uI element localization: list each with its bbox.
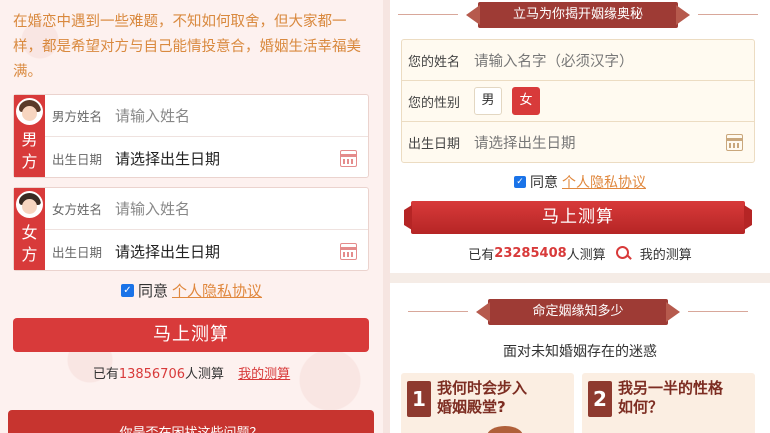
male-name-row[interactable]: 男方姓名 请输入姓名 [45,95,368,137]
question-line: 我何时会步入 [437,379,528,397]
right-name-row[interactable]: 您的姓名 请输入名字（必须汉字） [402,40,754,81]
male-name-input[interactable]: 请输入姓名 [115,105,368,126]
right-gender-row: 您的性别 男 女 [402,81,754,122]
top-ribbon-title: 立马为你揭开姻缘奥秘 [512,7,643,22]
privacy-link[interactable]: 个人隐私协议 [562,172,646,192]
right-agree-row: ✓ 同意 个人隐私协议 [390,172,770,192]
mid-ribbon-title: 命定姻缘知多少 [532,304,624,319]
question-number: 2 [588,381,612,417]
question-card-1[interactable]: 1 我何时会步入 婚姻殿堂? [401,373,574,433]
male-avatar [16,98,43,125]
question-text: 我何时会步入 婚姻殿堂? [437,379,527,417]
question-number: 1 [407,381,431,417]
privacy-link[interactable]: 个人隐私协议 [172,280,262,301]
right-form-section: 立马为你揭开姻缘奥秘 您的姓名 请输入名字（必须汉字） 您的性别 男 女 出生日… [390,0,770,273]
right-form: 您的姓名 请输入名字（必须汉字） 您的性别 男 女 出生日期 请选择出生日期 [401,39,755,163]
right-submit-button[interactable]: 马上测算 [411,201,745,234]
checkbox-checked-icon[interactable]: ✓ [120,284,134,297]
intro-text: 在婚恋中遇到一些难题，不知如何取舍，但大家都一样，都是希望对方与自己能情投意合，… [13,14,361,80]
left-agree-row: ✓ 同意 个人隐私协议 [0,280,383,301]
male-name-label: 男方姓名 [52,109,103,124]
calendar-icon[interactable] [340,149,357,167]
question-text: 我另一半的性格 如何？ [618,379,723,417]
problem-banner-title: 你是否在困扰这些问题？ [8,422,374,433]
right-date-row[interactable]: 出生日期 请选择出生日期 [402,122,754,163]
top-ribbon: 立马为你揭开姻缘奥秘 [398,2,758,28]
female-name-row[interactable]: 女方姓名 请输入姓名 [45,188,368,230]
female-name-label: 女方姓名 [52,202,103,217]
right-date-input[interactable]: 请选择出生日期 [474,132,726,153]
left-count-row: 已有13856706人测算 我的测算 [0,363,383,382]
left-panel: 在婚恋中遇到一些难题，不知如何取舍，但大家都一样，都是希望对方与自己能情投意合，… [0,0,383,433]
count-prefix: 已有 [468,248,495,263]
right-count-row: 已有 23285408 人测算 我的测算 [390,244,770,263]
female-date-input[interactable]: 请选择出生日期 [115,241,340,262]
right-panel: 立马为你揭开姻缘奥秘 您的姓名 请输入名字（必须汉字） 您的性别 男 女 出生日… [390,0,770,433]
female-side-label: 女方 [21,223,38,264]
question-line: 如何？ [618,398,664,416]
my-test-link[interactable]: 我的测算 [640,244,692,263]
right-name-label: 您的姓名 [408,54,461,70]
right-date-label: 出生日期 [408,137,461,152]
female-form-card: 女方 女方姓名 请输入姓名 出生日期 请选择出生日期 [13,187,369,271]
question-line: 婚姻殿堂? [437,398,506,416]
right-name-input[interactable]: 请输入名字（必须汉字） [474,50,754,71]
agree-label: 同意 [530,175,558,191]
male-form-card: 男方 男方姓名 请输入姓名 出生日期 请选择出生日期 [13,94,369,178]
right-gender-label: 您的性别 [408,95,461,111]
calendar-icon[interactable] [340,242,357,260]
male-side-strip: 男方 [14,95,45,177]
search-icon[interactable] [615,245,632,262]
gender-male-button[interactable]: 男 [474,87,502,115]
count-number: 23285408 [494,246,567,261]
count-prefix: 已有 [92,367,119,382]
illustration-icon [487,426,523,433]
male-date-label: 出生日期 [52,151,103,167]
mid-ribbon: 命定姻缘知多少 [408,299,748,325]
fate-section: 命定姻缘知多少 面对未知婚姻存在的迷惑 1 我何时会步入 婚姻殿堂? 2 我另一… [390,283,770,433]
problem-banner: 你是否在困扰这些问题？ [8,410,374,433]
calendar-icon[interactable] [726,134,743,151]
checkbox-checked-icon[interactable]: ✓ [514,176,526,188]
female-name-input[interactable]: 请输入姓名 [115,198,368,219]
female-date-label: 出生日期 [52,244,103,260]
fate-subtitle: 面对未知婚姻存在的迷惑 [503,344,657,360]
count-suffix: 人测算 [566,248,606,263]
left-submit-button[interactable]: 马上测算 [13,318,369,352]
my-test-link[interactable]: 我的测算 [238,367,290,382]
question-card-2[interactable]: 2 我另一半的性格 如何？ [582,373,755,433]
agree-label: 同意 [137,282,168,300]
count-number: 13856706 [118,367,185,382]
female-date-row[interactable]: 出生日期 请选择出生日期 [45,230,368,272]
panel-divider [383,0,390,433]
male-date-input[interactable]: 请选择出生日期 [115,148,340,169]
male-side-label: 男方 [21,130,38,171]
female-side-strip: 女方 [14,188,45,270]
male-date-row[interactable]: 出生日期 请选择出生日期 [45,137,368,179]
gender-female-button[interactable]: 女 [512,87,540,115]
female-avatar [16,191,43,218]
question-line: 我另一半的性格 [618,379,724,397]
count-suffix: 人测算 [185,367,225,382]
